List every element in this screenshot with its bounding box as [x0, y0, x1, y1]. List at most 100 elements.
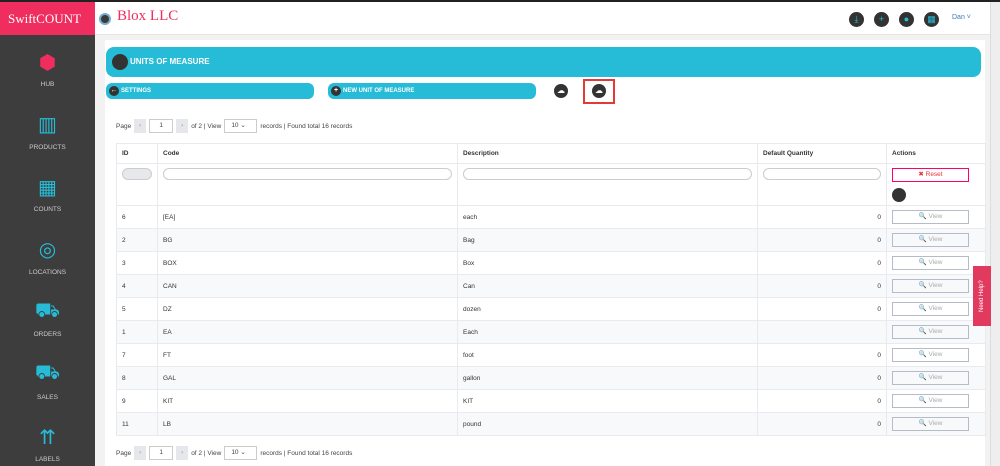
sidebar-item-locations[interactable]: ◎ LOCATIONS: [0, 237, 95, 276]
logo[interactable]: SwiftCOUNT: [0, 2, 95, 35]
table-row: 1 EA Each 🔍 View: [116, 320, 986, 344]
next-button[interactable]: ›: [176, 446, 189, 460]
sidebar-item-hub[interactable]: ⬢ HUB: [0, 49, 95, 89]
page-label: Page: [116, 449, 132, 457]
pager-top: Page ‹ 1 › of 2 | View 10 ⌄ records | Fo…: [116, 119, 352, 133]
cell-code: DZ: [157, 297, 458, 321]
view-button[interactable]: 🔍 View: [892, 210, 969, 224]
sidebar-item-label: LABELS: [35, 456, 60, 463]
next-button[interactable]: ›: [176, 119, 189, 133]
view-button[interactable]: 🔍 View: [892, 417, 969, 431]
company-name: Blox LLC: [117, 8, 179, 24]
page-of: of 2 | View: [191, 122, 222, 130]
cell-description: each: [457, 205, 758, 229]
view-button[interactable]: 🔍 View: [892, 279, 969, 293]
header: Blox LLC ⤓ + ● ▦ Dan ˅: [95, 2, 990, 35]
view-button[interactable]: 🔍 View: [892, 302, 969, 316]
new-unit-label: NEW UNIT OF MEASURE: [343, 88, 415, 94]
sidebar-item-sales[interactable]: ⛟ SALES: [0, 362, 95, 401]
bell-icon[interactable]: ●: [899, 12, 914, 27]
table-row: 6 [EA] each 0 🔍 View: [116, 205, 986, 229]
cell-default-quantity: 0: [757, 274, 887, 298]
orders-icon: ⛟: [34, 299, 61, 322]
cell-id: 3: [116, 251, 158, 275]
pager-bottom: Page ‹ 1 › of 2 | View 10 ⌄ records | Fo…: [116, 446, 352, 460]
cell-description: Bag: [457, 228, 758, 252]
cell-code: KIT: [157, 389, 458, 413]
cell-description: gallon: [457, 366, 758, 390]
records-found: records | Found total 16 records: [260, 449, 353, 457]
cell-description: foot: [457, 343, 758, 367]
cell-default-quantity: [757, 320, 887, 344]
view-button[interactable]: 🔍 View: [892, 325, 969, 339]
new-unit-button[interactable]: + NEW UNIT OF MEASURE: [328, 83, 536, 99]
cell-id: 11: [116, 412, 158, 436]
need-help-button[interactable]: Need Help?: [973, 266, 991, 326]
cell-code: [EA]: [157, 205, 458, 229]
view-button[interactable]: 🔍 View: [892, 256, 969, 270]
col-actions: Actions: [886, 143, 986, 164]
col-id[interactable]: ID: [116, 143, 158, 164]
view-button[interactable]: 🔍 View: [892, 348, 969, 362]
sidebar: ⬢ HUB ▥ PRODUCTS ▦ COUNTS ◎ LOCATIONS ⛟ ORDERS ⛟ SA…: [0, 35, 95, 466]
sidebar-item-labels[interactable]: ⇈ LABELS: [0, 424, 95, 464]
table-row: 7 FT foot 0 🔍 View: [116, 343, 986, 367]
view-select[interactable]: 10 ⌄: [224, 446, 258, 460]
page-input[interactable]: 1: [149, 119, 174, 133]
company-icon: [99, 13, 111, 25]
view-button[interactable]: 🔍 View: [892, 371, 969, 385]
cell-default-quantity: 0: [757, 251, 887, 275]
description-filter[interactable]: [463, 168, 752, 180]
table-row: 4 CAN Can 0 🔍 View: [116, 274, 986, 298]
settings-button[interactable]: ← SETTINGS: [106, 83, 314, 99]
counts-icon: ▦: [38, 176, 57, 199]
user-menu[interactable]: Dan ˅: [952, 14, 971, 21]
reset-button[interactable]: ✖ Reset: [892, 168, 969, 182]
view-button[interactable]: 🔍 View: [892, 233, 969, 247]
quantity-filter[interactable]: [763, 168, 881, 180]
sidebar-item-products[interactable]: ▥ PRODUCTS: [0, 112, 95, 151]
tag-icon[interactable]: [892, 188, 906, 202]
cloud-upload-icon[interactable]: ☁: [554, 84, 568, 98]
view-value: 10: [231, 122, 239, 129]
page-title-text: UNITS OF MEASURE: [130, 57, 210, 66]
cell-code: FT: [157, 343, 458, 367]
products-icon: ▥: [38, 114, 57, 136]
col-default-quantity[interactable]: Default Quantity: [757, 143, 887, 164]
add-icon[interactable]: +: [874, 12, 889, 27]
sidebar-item-counts[interactable]: ▦ COUNTS: [0, 174, 95, 214]
page-label: Page: [116, 122, 132, 130]
sidebar-item-label: SALES: [37, 393, 58, 401]
cell-description: KIT: [457, 389, 758, 413]
view-button[interactable]: 🔍 View: [892, 394, 969, 408]
col-description[interactable]: Description: [457, 143, 758, 164]
locations-icon: ◎: [38, 239, 57, 261]
table-row: 9 KIT KIT 0 🔍 View: [116, 389, 986, 413]
cell-description: Each: [457, 320, 758, 344]
cell-description: Can: [457, 274, 758, 298]
table-row: 2 BG Bag 0 🔍 View: [116, 228, 986, 252]
cell-id: 1: [116, 320, 158, 344]
cell-default-quantity: 0: [757, 205, 887, 229]
cell-code: CAN: [157, 274, 458, 298]
view-select[interactable]: 10 ⌄: [224, 119, 258, 133]
prev-button[interactable]: ‹: [134, 119, 147, 133]
plus-icon: +: [331, 86, 341, 96]
scrollbar[interactable]: [990, 2, 1000, 466]
cell-code: GAL: [157, 366, 458, 390]
sidebar-item-label: ORDERS: [33, 331, 62, 338]
col-code[interactable]: Code: [157, 143, 458, 164]
table-row: 8 GAL gallon 0 🔍 View: [116, 366, 986, 390]
page-input[interactable]: 1: [149, 446, 174, 460]
prev-button[interactable]: ‹: [134, 446, 147, 460]
highlight-box: [583, 79, 615, 104]
table-row: 11 LB pound 0 🔍 View: [116, 412, 986, 436]
cell-id: 7: [116, 343, 158, 367]
id-filter[interactable]: [122, 168, 152, 180]
calendar-icon[interactable]: ▦: [924, 12, 939, 27]
sidebar-item-label: COUNTS: [33, 206, 62, 213]
download-icon[interactable]: ⤓: [849, 12, 864, 27]
code-filter[interactable]: [163, 168, 452, 180]
sidebar-item-orders[interactable]: ⛟ ORDERS: [0, 299, 95, 339]
page-of: of 2 | View: [191, 449, 222, 457]
